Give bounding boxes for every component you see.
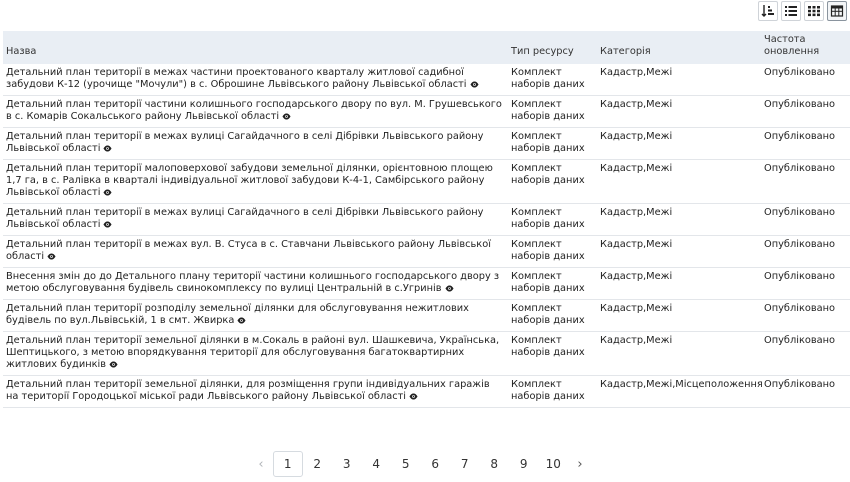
eye-icon[interactable] xyxy=(47,252,56,264)
resource-type: Комплект наборів даних xyxy=(508,299,597,332)
sort-view-button[interactable] xyxy=(758,1,778,21)
dataset-name-cell[interactable]: Внесення змін до до Детального плану тер… xyxy=(3,267,508,300)
dataset-name[interactable]: Детальний план території в межах частини… xyxy=(6,67,467,90)
pagination: ‹ 1 2 3 4 5 6 7 8 9 10 › xyxy=(249,451,592,477)
category: Кадастр,Межі xyxy=(597,267,761,300)
header-category[interactable]: Категорія xyxy=(597,31,761,64)
page-5-button[interactable]: 5 xyxy=(391,451,421,477)
resource-type: Комплект наборів даних xyxy=(508,64,597,96)
update-frequency: Опубліковано xyxy=(761,64,850,96)
eye-icon[interactable] xyxy=(470,80,479,92)
category: Кадастр,Межі xyxy=(597,331,761,376)
table-row[interactable]: Детальний план території в межах вулиці … xyxy=(3,203,850,236)
dataset-name[interactable]: Детальний план території земельної ділян… xyxy=(6,335,499,370)
table-row[interactable]: Детальний план території в межах вулиці … xyxy=(3,127,850,160)
table-row[interactable]: Внесення змін до до Детального плану тер… xyxy=(3,267,850,300)
resource-type: Комплект наборів даних xyxy=(508,95,597,128)
header-type[interactable]: Тип ресурсу xyxy=(508,31,597,64)
eye-icon[interactable] xyxy=(109,360,118,372)
table-row[interactable]: Детальний план території земельної ділян… xyxy=(3,331,850,376)
table-header-row: Назва Тип ресурсу Категорія Частота онов… xyxy=(3,31,850,64)
dataset-name-cell[interactable]: Детальний план території в межах частини… xyxy=(3,64,508,96)
dataset-name-cell[interactable]: Детальний план території в межах вулиці … xyxy=(3,203,508,236)
page-9-button[interactable]: 9 xyxy=(509,451,539,477)
update-frequency: Опубліковано xyxy=(761,127,850,160)
dataset-name-cell[interactable]: Детальний план території земельної ділян… xyxy=(3,331,508,376)
page-8-button[interactable]: 8 xyxy=(480,451,510,477)
eye-icon[interactable] xyxy=(237,316,246,328)
dataset-name[interactable]: Внесення змін до до Детального плану тер… xyxy=(6,271,499,294)
header-frequency[interactable]: Частота оновлення xyxy=(761,31,850,64)
dataset-name-cell[interactable]: Детальний план території малоповерхової … xyxy=(3,159,508,204)
next-page-button[interactable]: › xyxy=(568,451,592,477)
update-frequency: Опубліковано xyxy=(761,299,850,332)
table-row[interactable]: Детальний план території земельної ділян… xyxy=(3,375,850,408)
page-3-button[interactable]: 3 xyxy=(332,451,362,477)
update-frequency: Опубліковано xyxy=(761,203,850,236)
category: Кадастр,Межі xyxy=(597,127,761,160)
table-row[interactable]: Детальний план території в межах вул. В.… xyxy=(3,235,850,268)
view-toggle-group xyxy=(758,1,847,21)
resource-type: Комплект наборів даних xyxy=(508,159,597,204)
dataset-name-cell[interactable]: Детальний план території в межах вулиці … xyxy=(3,127,508,160)
category: Кадастр,Межі xyxy=(597,235,761,268)
dataset-name-cell[interactable]: Детальний план території в межах вул. В.… xyxy=(3,235,508,268)
update-frequency: Опубліковано xyxy=(761,331,850,376)
dataset-name-cell[interactable]: Детальний план території розподілу земел… xyxy=(3,299,508,332)
page-10-button[interactable]: 10 xyxy=(539,451,569,477)
resource-type: Комплект наборів даних xyxy=(508,127,597,160)
category: Кадастр,Межі,Місцеположення xyxy=(597,375,763,408)
resource-type: Комплект наборів даних xyxy=(508,267,597,300)
sort-view-icon xyxy=(761,5,774,17)
datasets-table: Назва Тип ресурсу Категорія Частота онов… xyxy=(3,31,850,408)
dataset-name-cell[interactable]: Детальний план території земельної ділян… xyxy=(3,375,508,408)
page-1-button[interactable]: 1 xyxy=(273,451,303,477)
dataset-name[interactable]: Детальний план території в межах вулиці … xyxy=(6,131,483,154)
table-view-button[interactable] xyxy=(827,1,847,21)
page-6-button[interactable]: 6 xyxy=(421,451,451,477)
category: Кадастр,Межі xyxy=(597,203,761,236)
table-row[interactable]: Детальний план території частини колишнь… xyxy=(3,95,850,128)
dataset-name[interactable]: Детальний план території частини колишнь… xyxy=(6,99,502,122)
eye-icon[interactable] xyxy=(103,188,112,200)
resource-type: Комплект наборів даних xyxy=(508,203,597,236)
dataset-name[interactable]: Детальний план території в межах вулиці … xyxy=(6,207,483,230)
category: Кадастр,Межі xyxy=(597,95,761,128)
category: Кадастр,Межі xyxy=(597,299,761,332)
grid-view-button[interactable] xyxy=(804,1,824,21)
dataset-name-cell[interactable]: Детальний план території частини колишнь… xyxy=(3,95,508,128)
dataset-name[interactable]: Детальний план території малоповерхової … xyxy=(6,163,493,198)
update-frequency: Опубліковано xyxy=(761,159,850,204)
list-view-icon xyxy=(785,6,797,16)
category: Кадастр,Межі xyxy=(597,159,761,204)
update-frequency: Опубліковано xyxy=(761,235,850,268)
eye-icon[interactable] xyxy=(409,392,418,404)
resource-type: Комплект наборів даних xyxy=(508,235,597,268)
grid-view-icon xyxy=(808,6,820,17)
eye-icon[interactable] xyxy=(282,112,291,124)
resource-type: Комплект наборів даних xyxy=(508,375,597,408)
resource-type: Комплект наборів даних xyxy=(508,331,597,376)
table-row[interactable]: Детальний план території розподілу земел… xyxy=(3,299,850,332)
dataset-name[interactable]: Детальний план території в межах вул. В.… xyxy=(6,239,491,262)
table-row[interactable]: Детальний план території малоповерхової … xyxy=(3,159,850,204)
page-7-button[interactable]: 7 xyxy=(450,451,480,477)
table-view-icon xyxy=(830,5,844,17)
eye-icon[interactable] xyxy=(103,144,112,156)
update-frequency: Опубліковано xyxy=(761,267,850,300)
table-row[interactable]: Детальний план території в межах частини… xyxy=(3,64,850,96)
update-frequency: Опубліковано xyxy=(761,375,850,408)
prev-page-button[interactable]: ‹ xyxy=(249,451,273,477)
update-frequency: Опубліковано xyxy=(761,95,850,128)
list-view-button[interactable] xyxy=(781,1,801,21)
page-2-button[interactable]: 2 xyxy=(303,451,333,477)
eye-icon[interactable] xyxy=(445,284,454,296)
category: Кадастр,Межі xyxy=(597,64,761,96)
header-name[interactable]: Назва xyxy=(3,31,508,64)
eye-icon[interactable] xyxy=(103,220,112,232)
page-4-button[interactable]: 4 xyxy=(362,451,392,477)
